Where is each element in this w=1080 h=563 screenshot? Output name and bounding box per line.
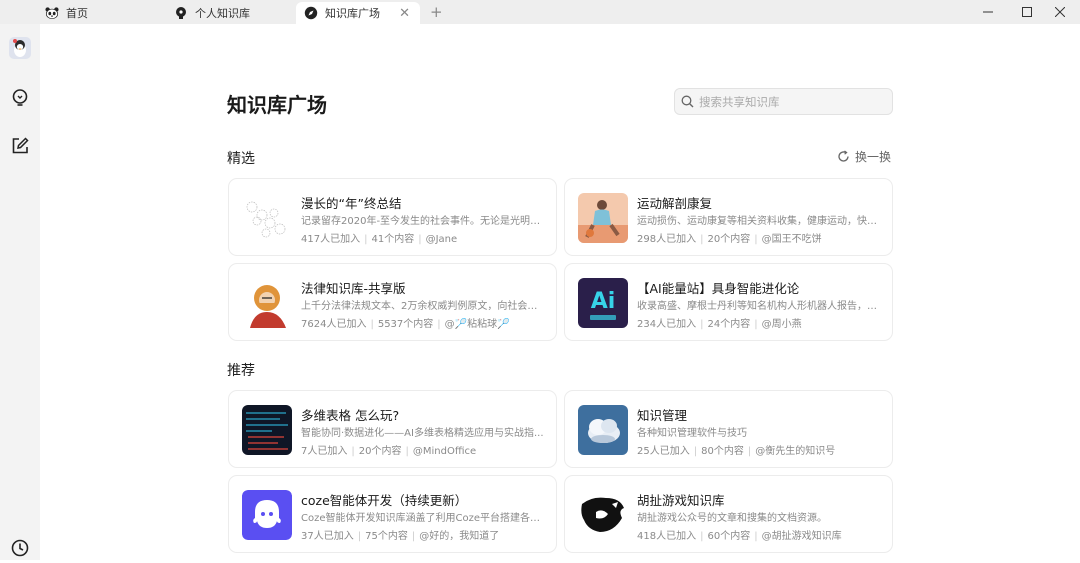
card-desc: 上千分法律法规文本、2万余权威判例原文，向社会提... [301,301,546,312]
card-meta: 25人已加入 | 80个内容 | @衡先生的知识号 [637,446,836,457]
tab-label: 知识库广场 [325,7,380,20]
search-icon [681,95,694,108]
card-title: 知识管理 [637,408,688,423]
compass-icon [304,6,318,20]
refresh-icon [838,150,849,162]
kb-card-recommended-0[interactable]: 多维表格 怎么玩? 智能协同·数据进化——AI多维表格精选应用与实战指... 7… [228,390,557,468]
tab-personal-kb[interactable]: 个人知识库 [174,2,250,24]
cloud-thumbnail [578,405,628,455]
close-icon[interactable] [1040,0,1080,24]
sketch-thumbnail [242,193,292,243]
card-desc: 记录留存2020年-至今发生的社会事件。无论是光明的... [301,216,546,227]
avatar[interactable] [5,33,35,63]
new-tab-button[interactable]: + [430,3,443,21]
tab-label: 首页 [66,7,88,20]
refresh-button[interactable]: 换一换 [837,148,891,165]
card-title: 运动解剖康复 [637,196,713,211]
section-title-featured: 精选 [227,151,255,167]
card-title: 胡扯游戏知识库 [637,493,725,508]
card-meta: 417人已加入 | 41个内容 | @Jane [301,234,458,245]
sidebar [0,24,40,560]
card-desc: 各种知识管理软件与技巧 [637,428,747,439]
kb-card-featured-2[interactable]: 法律知识库-共享版 上千分法律法规文本、2万余权威判例原文，向社会提... 76… [228,263,557,341]
search-input[interactable] [699,94,879,109]
page-title: 知识库广场 [227,93,327,117]
kb-card-featured-1[interactable]: 运动解剖康复 运动损伤、运动康复等相关资料收集，健康运动，快乐... 298人已… [564,178,893,256]
card-meta: 298人已加入 | 20个内容 | @国王不吃饼 [637,234,822,245]
card-title: 【AI能量站】具身智能进化论 [637,281,800,296]
card-meta: 234人已加入 | 24个内容 | @周小燕 [637,319,802,330]
edit-icon[interactable] [5,131,35,161]
close-tab-icon[interactable]: ✕ [399,6,410,21]
ai-thumbnail: Ai [578,278,628,328]
card-desc: 智能协同·数据进化——AI多维表格精选应用与实战指... [301,428,544,439]
grid-thumbnail [242,405,292,455]
search-box[interactable] [674,88,893,115]
card-meta: 7624人已加入 | 5537个内容 | @🏸粘粘球🏸 [301,319,510,330]
refresh-label: 换一换 [855,150,892,164]
svg-text:Ai: Ai [591,289,616,314]
card-meta: 37人已加入 | 75个内容 | @好的，我知道了 [301,531,500,542]
card-desc: 胡扯游戏公众号的文章和搜集的文档资源。 [637,513,827,524]
minimize-icon[interactable] [968,0,1008,24]
kb-card-featured-0[interactable]: 漫长的“年”终总结 记录留存2020年-至今发生的社会事件。无论是光明的... … [228,178,557,256]
card-title: 法律知识库-共享版 [301,281,406,296]
game-thumbnail [578,490,628,540]
panda-icon [45,6,59,20]
kb-card-recommended-2[interactable]: coze智能体开发（持续更新） Coze智能体开发知识库涵盖了利用Coze平台搭… [228,475,557,553]
law-thumbnail [242,278,292,328]
card-title: 多维表格 怎么玩? [301,408,400,423]
coze-thumbnail [242,490,292,540]
card-meta: 7人已加入 | 20个内容 | @MindOffice [301,446,477,457]
card-title: coze智能体开发（持续更新） [301,493,468,508]
bulb-icon [174,6,188,20]
kb-card-recommended-1[interactable]: 知识管理 各种知识管理软件与技巧 25人已加入 | 80个内容 | @衡先生的知识号 [564,390,893,468]
kb-card-recommended-3[interactable]: 胡扯游戏知识库 胡扯游戏公众号的文章和搜集的文档资源。 418人已加入 | 60个内… [564,475,893,553]
title-bar: 首页 个人知识库 知识库广场 ✕ + [0,0,1080,24]
card-desc: Coze智能体开发知识库涵盖了利用Coze平台搭建各种A... [301,513,546,524]
tab-kb-square[interactable]: 知识库广场 ✕ [296,2,420,24]
section-title-recommended: 推荐 [227,363,255,379]
card-meta: 418人已加入 | 60个内容 | @胡扯游戏知识库 [637,531,842,542]
tab-label: 个人知识库 [195,7,250,20]
history-icon[interactable] [5,533,35,563]
card-desc: 收录高盛、摩根士丹利等知名机构人形机器人报告，追... [637,301,882,312]
kb-card-featured-3[interactable]: Ai 【AI能量站】具身智能进化论 收录高盛、摩根士丹利等知名机构人形机器人报告… [564,263,893,341]
card-title: 漫长的“年”终总结 [301,196,402,211]
sport-thumbnail [578,193,628,243]
bulb-icon[interactable] [5,83,35,113]
card-desc: 运动损伤、运动康复等相关资料收集，健康运动，快乐... [637,216,882,227]
tab-home[interactable]: 首页 [45,2,88,24]
